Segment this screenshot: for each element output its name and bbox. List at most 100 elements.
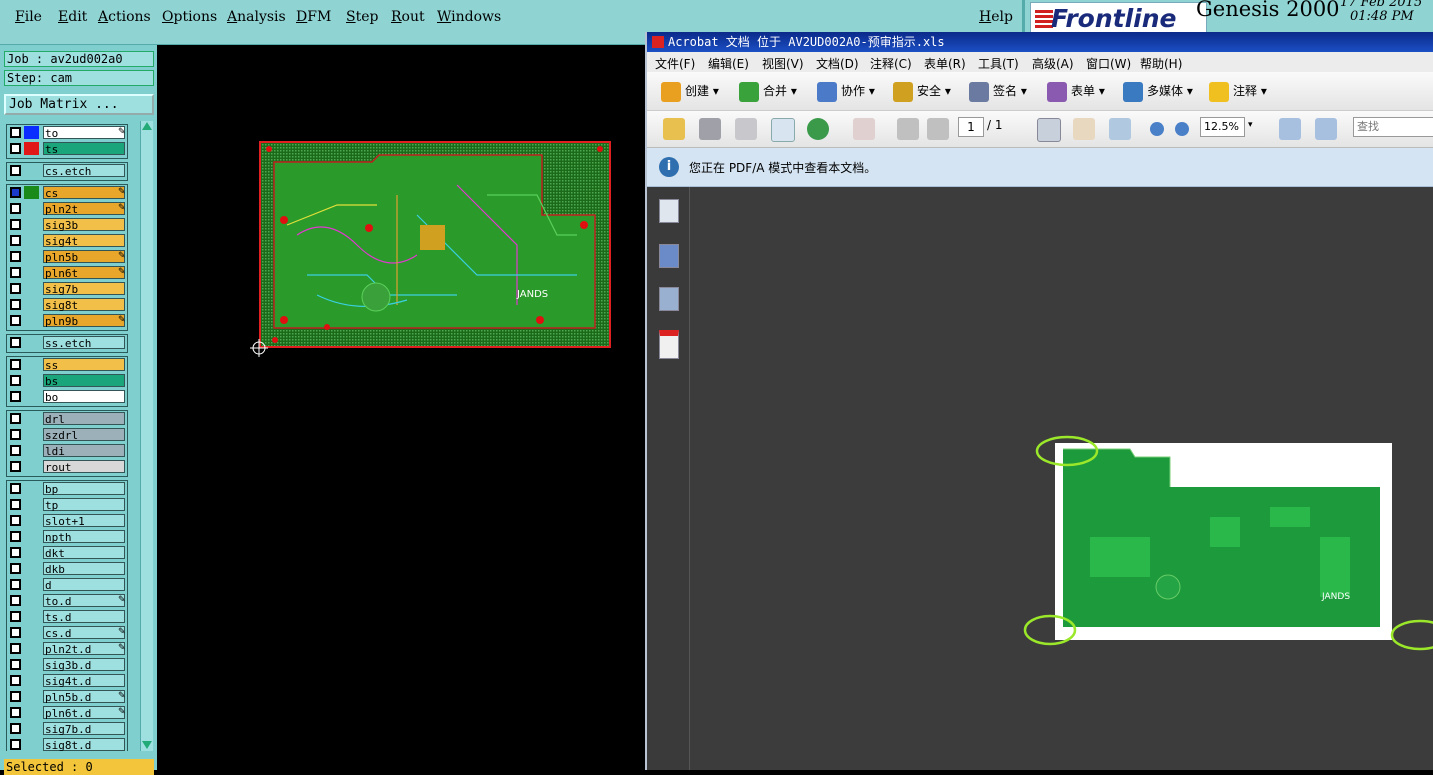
layer-name[interactable]: rout <box>43 460 125 474</box>
menu-step[interactable]: Step <box>346 9 378 25</box>
layer-name[interactable]: npth <box>43 530 125 544</box>
print-icon[interactable] <box>699 118 721 140</box>
layer-row[interactable]: pln6t ✎ <box>7 265 127 280</box>
layer-row[interactable]: ss.etch <box>7 335 127 350</box>
menu-forms-cn[interactable]: 表单(R) <box>924 55 966 72</box>
collaborate-button[interactable]: 协作 ▾ <box>817 81 875 102</box>
menu-dfm[interactable]: DFM <box>296 9 331 25</box>
layer-visibility-checkbox[interactable] <box>10 413 21 424</box>
open-folder-icon[interactable] <box>663 118 685 140</box>
layer-row[interactable]: cs ✎ <box>7 185 127 200</box>
layer-row[interactable]: ldi <box>7 443 127 458</box>
layer-name[interactable]: szdrl <box>43 428 125 442</box>
layer-row[interactable]: dkt <box>7 545 127 560</box>
layer-row[interactable]: sig7b.d <box>7 721 127 736</box>
document-view[interactable]: JANDS <box>690 187 1433 770</box>
zoom-tool-icon[interactable] <box>1109 118 1131 140</box>
layer-visibility-checkbox[interactable] <box>10 515 21 526</box>
layer-name[interactable]: dkt <box>43 546 125 560</box>
layer-name[interactable]: pln6t.d <box>43 706 125 720</box>
multimedia-button[interactable]: 多媒体 ▾ <box>1123 81 1193 102</box>
layer-name[interactable]: ss.etch <box>43 336 125 350</box>
layer-visibility-checkbox[interactable] <box>10 461 21 472</box>
layer-visibility-checkbox[interactable] <box>10 359 21 370</box>
layer-visibility-checkbox[interactable] <box>10 315 21 326</box>
layer-name[interactable]: bp <box>43 482 125 496</box>
layer-visibility-checkbox[interactable] <box>10 283 21 294</box>
layer-row[interactable]: ss <box>7 357 127 372</box>
menu-file[interactable]: File <box>15 9 42 25</box>
layer-name[interactable]: ss <box>43 358 125 372</box>
layer-visibility-checkbox[interactable] <box>10 627 21 638</box>
layer-row[interactable]: bs <box>7 373 127 388</box>
layer-row[interactable]: d <box>7 577 127 592</box>
combine-button[interactable]: 合并 ▾ <box>739 81 797 102</box>
graphic-canvas[interactable]: JANDS <box>157 45 645 770</box>
layer-name[interactable]: sig4t <box>43 234 125 248</box>
hand-tool-icon[interactable] <box>1073 118 1095 140</box>
layer-visibility-checkbox[interactable] <box>10 563 21 574</box>
layer-name[interactable]: slot+1 <box>43 514 125 528</box>
zoom-out-icon[interactable] <box>1150 122 1164 136</box>
select-text-icon[interactable] <box>1037 118 1061 142</box>
layer-row[interactable]: sig3b <box>7 217 127 232</box>
menu-help-cn[interactable]: 帮助(H) <box>1140 55 1182 72</box>
layer-row[interactable]: bp <box>7 481 127 496</box>
layer-visibility-checkbox[interactable] <box>10 499 21 510</box>
menu-options[interactable]: Options <box>162 9 217 25</box>
layer-name[interactable]: sig7b <box>43 282 125 296</box>
layer-row[interactable]: cs.etch <box>7 163 127 178</box>
layer-color-swatch[interactable] <box>24 186 39 199</box>
menu-help[interactable]: Help <box>979 9 1013 25</box>
layer-name[interactable]: cs <box>43 186 125 200</box>
bookmarks-icon[interactable] <box>659 244 679 268</box>
layer-visibility-checkbox[interactable] <box>10 337 21 348</box>
page-down-icon[interactable] <box>927 118 949 140</box>
pages-icon[interactable] <box>659 199 679 223</box>
page-number-input[interactable]: 1 <box>958 117 984 137</box>
menu-document-cn[interactable]: 文档(D) <box>816 55 859 72</box>
layer-name[interactable]: bo <box>43 390 125 404</box>
layer-row[interactable]: to.d ✎ <box>7 593 127 608</box>
layer-visibility-checkbox[interactable] <box>10 375 21 386</box>
layer-name[interactable]: pln2t <box>43 202 125 216</box>
layer-visibility-checkbox[interactable] <box>10 235 21 246</box>
layer-visibility-checkbox[interactable] <box>10 267 21 278</box>
layer-row[interactable]: drl <box>7 411 127 426</box>
layer-row[interactable]: sig4t.d <box>7 673 127 688</box>
upload-icon[interactable] <box>807 118 829 140</box>
email-icon[interactable] <box>771 118 795 142</box>
layer-visibility-checkbox[interactable] <box>10 643 21 654</box>
scroll-up-icon[interactable] <box>142 122 152 130</box>
layer-name[interactable]: ts <box>43 142 125 156</box>
layer-name[interactable]: ldi <box>43 444 125 458</box>
layer-row[interactable]: pln2t.d ✎ <box>7 641 127 656</box>
layer-name[interactable]: cs.etch <box>43 164 125 178</box>
full-screen-icon[interactable] <box>1315 118 1337 140</box>
layer-name[interactable]: bs <box>43 374 125 388</box>
layer-row[interactable]: cs.d ✎ <box>7 625 127 640</box>
layer-row[interactable]: sig7b <box>7 281 127 296</box>
layer-name[interactable]: sig7b.d <box>43 722 125 736</box>
layer-row[interactable]: npth <box>7 529 127 544</box>
layer-row[interactable]: pln5b.d ✎ <box>7 689 127 704</box>
menu-tools-cn[interactable]: 工具(T) <box>978 55 1019 72</box>
zoom-in-icon[interactable] <box>1175 122 1189 136</box>
menu-file-cn[interactable]: 文件(F) <box>655 55 695 72</box>
layer-visibility-checkbox[interactable] <box>10 127 21 138</box>
layer-row[interactable]: szdrl <box>7 427 127 442</box>
pdf-info-icon[interactable] <box>659 330 679 359</box>
zoom-level-select[interactable]: 12.5% <box>1200 117 1245 137</box>
menu-edit-cn[interactable]: 编辑(E) <box>708 55 749 72</box>
layer-name[interactable]: cs.d <box>43 626 125 640</box>
layer-visibility-checkbox[interactable] <box>10 547 21 558</box>
layer-visibility-checkbox[interactable] <box>10 219 21 230</box>
layer-name[interactable]: pln6t <box>43 266 125 280</box>
layer-color-swatch[interactable] <box>24 142 39 155</box>
page-up-icon[interactable] <box>897 118 919 140</box>
layer-row[interactable]: dkb <box>7 561 127 576</box>
menu-analysis[interactable]: Analysis <box>227 9 286 25</box>
layer-visibility-checkbox[interactable] <box>10 579 21 590</box>
menu-windows[interactable]: Windows <box>437 9 501 25</box>
layer-visibility-checkbox[interactable] <box>10 143 21 154</box>
